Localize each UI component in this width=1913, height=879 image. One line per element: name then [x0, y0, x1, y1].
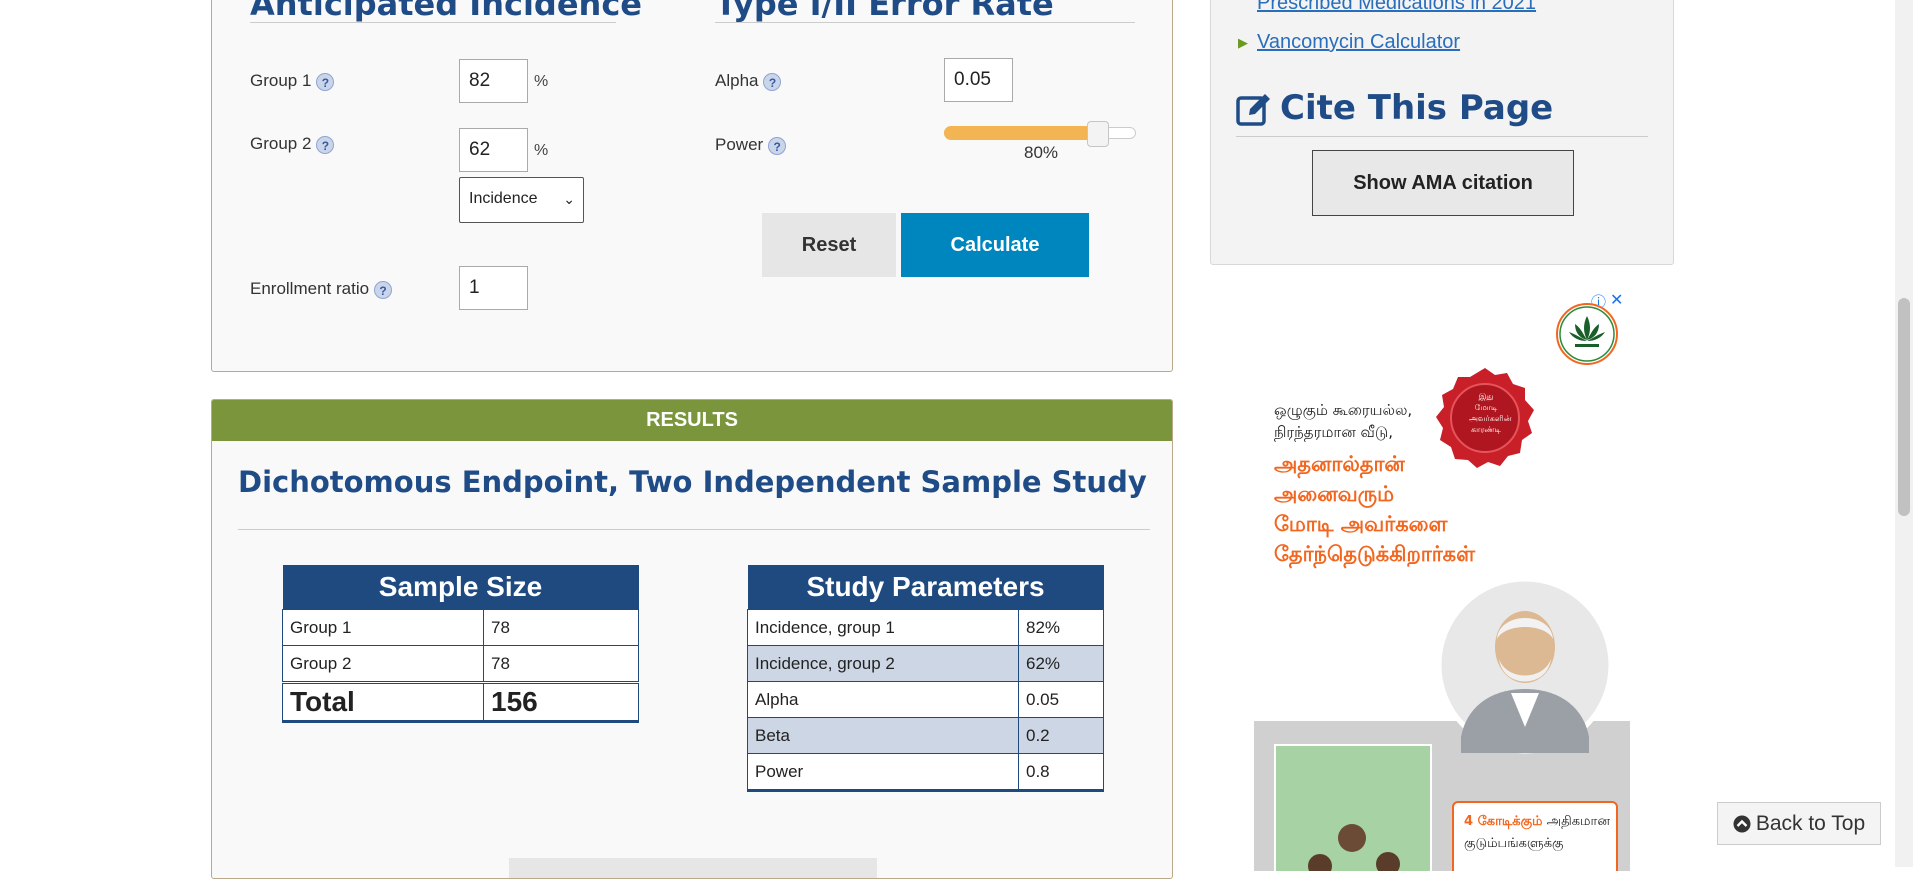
table-row: Beta 0.2	[747, 717, 1104, 754]
help-icon[interactable]: ?	[316, 135, 335, 154]
alpha-input[interactable]: 0.05	[944, 58, 1013, 102]
parameter-label: Incidence, group 1	[747, 609, 1019, 646]
parameter-label: Alpha	[747, 681, 1019, 718]
help-icon[interactable]: ?	[763, 72, 782, 91]
table-row: Incidence, group 1 82%	[747, 609, 1104, 646]
results-panel: RESULTS Dichotomous Endpoint, Two Indepe…	[211, 399, 1173, 879]
table-row: Incidence, group 2 62%	[747, 645, 1104, 682]
parameter-label: Beta	[747, 717, 1019, 754]
group1-input[interactable]: 82	[459, 59, 528, 103]
sample-size-value: 78	[483, 609, 639, 646]
enrollment-label-row: Enrollment ratio?	[250, 279, 393, 299]
back-to-top-label: Back to Top	[1755, 812, 1866, 835]
chevron-down-icon: ⌄	[563, 191, 575, 207]
alpha-label: Alpha	[715, 71, 759, 90]
sample-size-label: Group 2	[282, 645, 484, 683]
results-title: Dichotomous Endpoint, Two Independent Sa…	[238, 465, 1147, 499]
arrow-up-circle-icon	[1733, 815, 1751, 833]
table-row: Power 0.8	[747, 753, 1104, 792]
reset-button[interactable]: Reset	[762, 213, 896, 277]
group1-label: Group 1	[250, 71, 312, 90]
study-parameters-header: Study Parameters	[747, 565, 1104, 610]
enrollment-ratio-input[interactable]: 1	[459, 266, 528, 310]
help-icon[interactable]: ?	[316, 72, 335, 91]
ad-info-card: 4 கோடிக்கும் அதிகமான குடும்பங்களுக்கு	[1452, 801, 1618, 871]
results-bar: RESULTS	[212, 400, 1172, 441]
alpha-label-row: Alpha?	[715, 71, 782, 91]
sample-size-header: Sample Size	[282, 565, 639, 610]
incidence-select[interactable]: Incidence ⌄	[459, 177, 584, 223]
section-divider	[715, 22, 1135, 23]
results-divider	[238, 529, 1150, 530]
back-to-top-button[interactable]: Back to Top	[1717, 802, 1881, 845]
parameter-value: 62%	[1018, 645, 1104, 682]
parameter-label: Power	[747, 753, 1019, 792]
parameter-value: 0.2	[1018, 717, 1104, 754]
cite-divider	[1236, 136, 1648, 137]
sidebar-link-prescribed[interactable]: Prescribed Medications in 2021	[1257, 0, 1536, 15]
parameter-label: Incidence, group 2	[747, 645, 1019, 682]
table-row: Alpha 0.05	[747, 681, 1104, 718]
help-icon[interactable]: ?	[768, 136, 787, 155]
ad-card-line-2: குடும்பங்களுக்கு	[1464, 836, 1564, 851]
sidebar-link-vancomycin[interactable]: Vancomycin Calculator	[1257, 31, 1460, 54]
error-rate-title: Type I/II Error Rate	[715, 0, 1054, 23]
table-row: Group 2 78	[282, 645, 639, 683]
power-slider-fill	[944, 126, 1098, 140]
group2-label: Group 2	[250, 134, 312, 153]
scrollbar-thumb[interactable]	[1898, 298, 1910, 516]
section-divider	[250, 22, 616, 23]
edit-icon	[1236, 94, 1270, 126]
group2-label-row: Group 2?	[250, 134, 335, 154]
table-row: Group 1 78	[282, 609, 639, 646]
show-ama-citation-button[interactable]: Show AMA citation	[1312, 150, 1574, 216]
cite-page-title: Cite This Page	[1280, 88, 1554, 128]
family-photo-graphic	[1308, 824, 1400, 871]
parameter-value: 0.05	[1018, 681, 1104, 718]
ad-headline: அதனால்தான் அனைவரும் மோடி அவர்களை தேர்ந்த…	[1274, 452, 1476, 566]
power-label-row: Power?	[715, 135, 787, 155]
calculator-panel	[211, 0, 1173, 372]
sample-size-label: Group 1	[282, 609, 484, 646]
ad-line-1: ஒழுகும் கூரையல்ல,	[1274, 401, 1413, 419]
family-photo	[1274, 744, 1432, 871]
calculate-button[interactable]: Calculate	[901, 213, 1089, 277]
seal-text: இது மோடி அவர்களின் காரண்டி	[1469, 392, 1512, 434]
parameter-value: 0.8	[1018, 753, 1104, 792]
bullet-arrow-icon: ▶	[1238, 35, 1248, 50]
group2-input[interactable]: 62	[459, 128, 528, 172]
total-value: 156	[483, 681, 639, 723]
help-icon[interactable]: ?	[374, 280, 393, 299]
power-slider-handle[interactable]	[1086, 121, 1109, 147]
table-row-total: Total 156	[282, 681, 639, 723]
ad-card-line-1: 4 கோடிக்கும் அதிகமான	[1464, 814, 1610, 829]
enrollment-label: Enrollment ratio	[250, 279, 370, 298]
portrait-photo	[1437, 577, 1613, 754]
group2-unit: %	[534, 142, 549, 159]
power-value: 80%	[1024, 143, 1059, 162]
sample-size-value: 78	[483, 645, 639, 683]
secondary-button[interactable]	[509, 858, 877, 878]
power-label: Power	[715, 135, 764, 154]
incidence-select-value: Incidence	[469, 190, 538, 207]
ad-line-2: நிரந்தரமான வீடு,	[1274, 423, 1394, 441]
parameter-value: 82%	[1018, 609, 1104, 646]
advertisement[interactable]: ⓘ ✕ இது மோடி அவர்களின் காரண்டி ஒழுகும் க…	[1254, 291, 1630, 871]
anticipated-incidence-title: Anticipated Incidence	[250, 0, 642, 23]
lotus-logo	[1556, 303, 1618, 365]
study-parameters-table: Study Parameters Incidence, group 1 82% …	[747, 565, 1104, 792]
group1-unit: %	[534, 73, 549, 90]
group1-label-row: Group 1?	[250, 71, 335, 91]
total-label: Total	[282, 681, 484, 723]
sample-size-table: Sample Size Group 1 78 Group 2 78 Total …	[282, 565, 639, 723]
